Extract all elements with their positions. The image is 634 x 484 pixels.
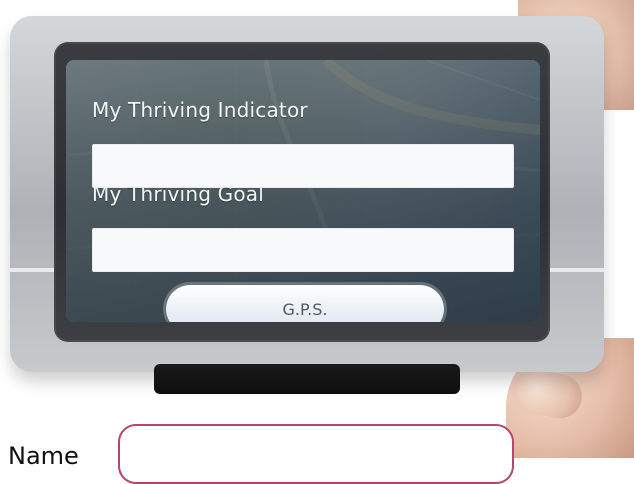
gps-button[interactable]: G.P.S.: [166, 285, 444, 322]
name-label: Name: [8, 442, 79, 470]
name-input-value: [120, 426, 512, 482]
device-screen: My Thriving Indicator My Thriving Goal G…: [66, 60, 540, 322]
thriving-goal-input[interactable]: [92, 228, 514, 272]
device-stand: [154, 364, 460, 394]
name-input[interactable]: [118, 424, 514, 484]
device-photo: My Thriving Indicator My Thriving Goal G…: [0, 0, 634, 458]
thriving-indicator-label: My Thriving Indicator: [92, 98, 308, 122]
device-bezel: My Thriving Indicator My Thriving Goal G…: [54, 42, 550, 342]
thriving-goal-label: My Thriving Goal: [92, 182, 264, 206]
